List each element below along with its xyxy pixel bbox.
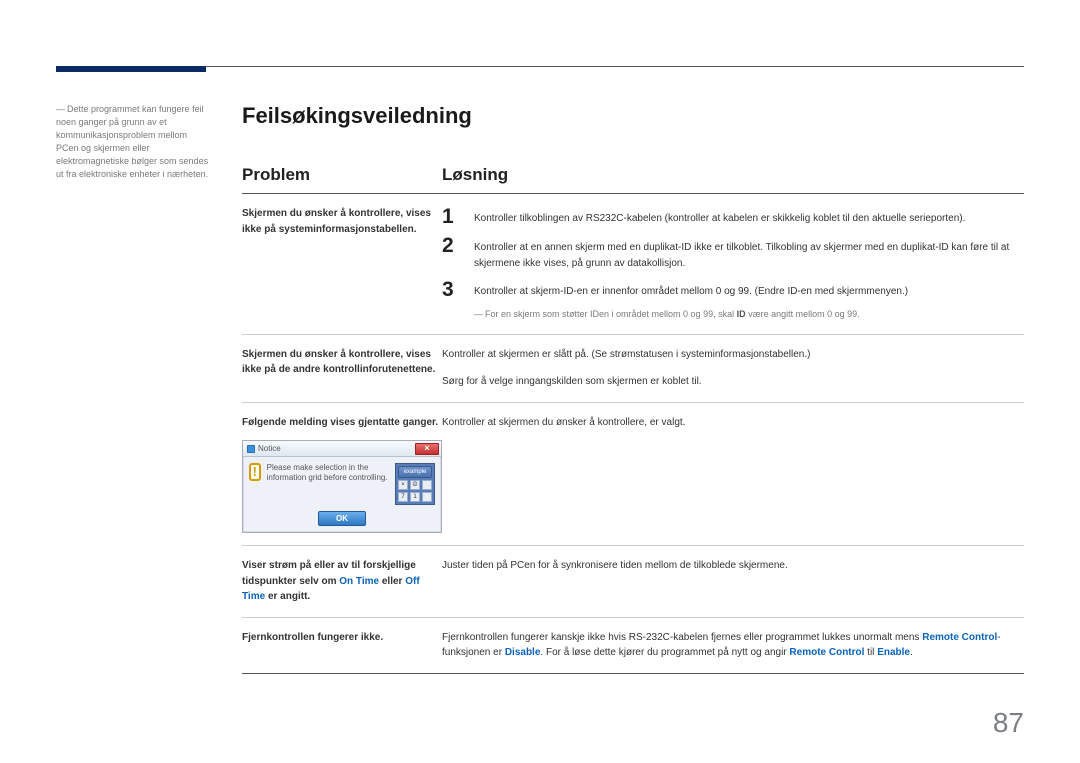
p2: er angitt. (265, 591, 310, 602)
disable: Disable (505, 647, 541, 658)
mini-cell: × (398, 480, 408, 490)
close-icon: × (424, 444, 429, 453)
dialog-titlebar: Notice × (243, 441, 441, 457)
problem-cell: Skjermen du ønsker å kontrollere, vises … (242, 334, 442, 402)
enable: Enable (877, 647, 910, 658)
solution-cell: Kontroller at skjermen du ønsker å kontr… (442, 402, 1024, 546)
solution-cell: Fjernkontrollen fungerer kanskje ikke hv… (442, 617, 1024, 673)
dialog-right-panel: example × ⏼ 7 1 (395, 463, 435, 505)
mini-grid: × ⏼ 7 1 (398, 480, 432, 502)
troubleshooting-table: Problem Løsning Skjermen du ønsker å kon… (242, 165, 1024, 674)
step-body: Kontroller tilkoblingen av RS232C-kabele… (474, 206, 1024, 227)
sd: til (864, 647, 877, 658)
step-number: 3 (442, 279, 458, 300)
problem-cell: Skjermen du ønsker å kontrollere, vises … (242, 194, 442, 335)
problem-cell: Fjernkontrollen fungerer ikke. (242, 617, 442, 673)
table-row: Følgende melding vises gjentatte ganger.… (242, 402, 1024, 546)
page-title: Feilsøkingsveiledning (242, 103, 1024, 129)
solution-line: Kontroller at skjermen er slått på. (Se … (442, 347, 1024, 363)
mini-cell (422, 492, 432, 502)
mini-cell: ⏼ (410, 480, 420, 490)
page-number: 87 (993, 707, 1024, 739)
footnote-dash: ― (474, 309, 483, 319)
problem-cell: Viser strøm på eller av til forskjellige… (242, 546, 442, 618)
content: Feilsøkingsveiledning Problem Løsning Sk… (242, 103, 1024, 674)
table-row: Skjermen du ønsker å kontrollere, vises … (242, 334, 1024, 402)
step: 3 Kontroller at skjerm-ID-en er innenfor… (442, 279, 1024, 300)
dialog-message: Please make selection in the information… (267, 463, 389, 483)
table-row: Viser strøm på eller av til forskjellige… (242, 546, 1024, 618)
main-row: ―Dette programmet kan fungere feil noen … (56, 103, 1024, 674)
page: ―Dette programmet kan fungere feil noen … (0, 0, 1080, 763)
example-chip: example (398, 466, 432, 478)
ok-button[interactable]: OK (318, 511, 366, 526)
remote-control: Remote Control (922, 632, 997, 643)
solution-line: Sørg for å velge inngangskilden som skje… (442, 374, 1024, 390)
step-body: Kontroller at skjerm-ID-en er innenfor o… (474, 279, 1024, 300)
table-row: Skjermen du ønsker å kontrollere, vises … (242, 194, 1024, 335)
sidenote: ―Dette programmet kan fungere feil noen … (56, 103, 212, 674)
solution-cell: Juster tiden på PCen for å synkronisere … (442, 546, 1024, 618)
notice-dialog: Notice × ! Please make selecti (242, 440, 442, 533)
dialog-body: ! Please make selection in the informati… (243, 457, 441, 511)
on-time: On Time (339, 576, 379, 587)
close-button[interactable]: × (415, 443, 439, 455)
mini-cell (422, 480, 432, 490)
dialog-left: ! Please make selection in the informati… (249, 463, 389, 505)
sidenote-text: Dette programmet kan fungere feil noen g… (56, 104, 208, 179)
remote-control-2: Remote Control (789, 647, 864, 658)
step-number: 2 (442, 235, 458, 271)
mini-cell: 1 (410, 492, 420, 502)
period: . (910, 647, 913, 658)
sa: Fjernkontrollen fungerer kanskje ikke hv… (442, 632, 922, 643)
dialog-title: Notice (258, 443, 281, 455)
footnote-bold: ID (737, 309, 746, 319)
step-number: 1 (442, 206, 458, 227)
footnote: ―For en skjerm som støtter IDen i område… (474, 308, 1024, 322)
mini-cell: 7 (398, 492, 408, 502)
sc: . For å løse dette kjører du programmet … (540, 647, 789, 658)
footnote-post: være angitt mellom 0 og 99. (746, 309, 860, 319)
brand-bar (56, 66, 206, 72)
col-header-problem: Problem (242, 165, 442, 194)
table-row: Fjernkontrollen fungerer ikke. Fjernkont… (242, 617, 1024, 673)
col-header-solution: Løsning (442, 165, 1024, 194)
step: 2 Kontroller at en annen skjerm med en d… (442, 235, 1024, 271)
info-icon (247, 445, 255, 453)
step: 1 Kontroller tilkoblingen av RS232C-kabe… (442, 206, 1024, 227)
warning-icon: ! (249, 463, 261, 481)
dialog-footer: OK (243, 511, 441, 532)
solution-cell: Kontroller at skjermen er slått på. (Se … (442, 334, 1024, 402)
mid: eller (379, 576, 405, 587)
footnote-pre: For en skjerm som støtter IDen i området… (485, 309, 737, 319)
sidenote-dash: ― (56, 104, 65, 114)
solution-cell: 1 Kontroller tilkoblingen av RS232C-kabe… (442, 194, 1024, 335)
step-body: Kontroller at en annen skjerm med en dup… (474, 235, 1024, 271)
problem-text: Følgende melding vises gjentatte ganger. (242, 415, 442, 431)
problem-cell: Følgende melding vises gjentatte ganger.… (242, 402, 442, 546)
dialog-title-left: Notice (247, 443, 281, 455)
